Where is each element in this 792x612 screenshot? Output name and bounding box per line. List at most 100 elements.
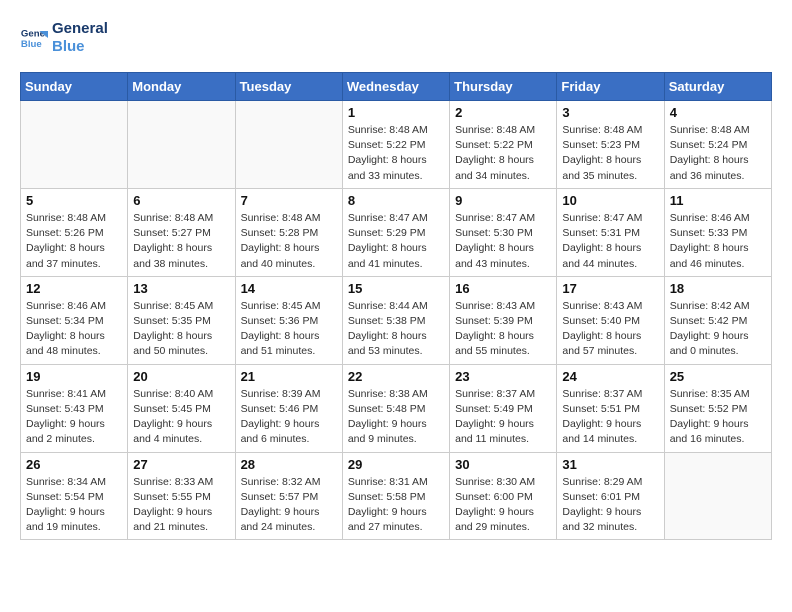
calendar-week-row: 19Sunrise: 8:41 AM Sunset: 5:43 PM Dayli… bbox=[21, 364, 772, 452]
calendar-cell: 2 Sunrise: 8:48 AM Sunset: 5:22 PM Daylig… bbox=[450, 101, 557, 189]
day-info: Sunrise: 8:38 AM Sunset: 5:48 PM Dayligh… bbox=[348, 387, 444, 448]
day-number: 13 bbox=[133, 281, 229, 296]
weekday-header: Monday bbox=[128, 73, 235, 101]
day-number: 2 bbox=[455, 105, 551, 120]
day-number: 26 bbox=[26, 457, 122, 472]
day-info: Sunrise: 8:31 AM Sunset: 5:58 PM Dayligh… bbox=[348, 475, 444, 536]
day-info: Sunrise: 8:46 AM Sunset: 5:34 PM Dayligh… bbox=[26, 299, 122, 360]
logo-icon: General Blue bbox=[20, 24, 48, 52]
day-number: 23 bbox=[455, 369, 551, 384]
calendar-cell: 21Sunrise: 8:39 AM Sunset: 5:46 PM Dayli… bbox=[235, 364, 342, 452]
calendar-header-row: SundayMondayTuesdayWednesdayThursdayFrid… bbox=[21, 73, 772, 101]
calendar-cell: 13 Sunrise: 8:45 AM Sunset: 5:35 PM Dayli… bbox=[128, 276, 235, 364]
logo-blue: Blue bbox=[52, 38, 108, 56]
day-info: Sunrise: 8:32 AM Sunset: 5:57 PM Dayligh… bbox=[241, 475, 337, 536]
weekday-header: Thursday bbox=[450, 73, 557, 101]
day-number: 12 bbox=[26, 281, 122, 296]
day-number: 1 bbox=[348, 105, 444, 120]
calendar-cell: 17 Sunrise: 8:43 AM Sunset: 5:40 PM Dayli… bbox=[557, 276, 664, 364]
day-info: Sunrise: 8:48 AM Sunset: 5:26 PM Dayligh… bbox=[26, 211, 122, 272]
day-info: Sunrise: 8:47 AM Sunset: 5:31 PM Dayligh… bbox=[562, 211, 658, 272]
calendar-cell: 4 Sunrise: 8:48 AM Sunset: 5:24 PM Daylig… bbox=[664, 101, 771, 189]
day-info: Sunrise: 8:37 AM Sunset: 5:51 PM Dayligh… bbox=[562, 387, 658, 448]
day-info: Sunrise: 8:37 AM Sunset: 5:49 PM Dayligh… bbox=[455, 387, 551, 448]
calendar-cell: 20 Sunrise: 8:40 AM Sunset: 5:45 PM Dayli… bbox=[128, 364, 235, 452]
day-number: 8 bbox=[348, 193, 444, 208]
calendar-cell: 16 Sunrise: 8:43 AM Sunset: 5:39 PM Dayli… bbox=[450, 276, 557, 364]
day-info: Sunrise: 8:29 AM Sunset: 6:01 PM Dayligh… bbox=[562, 475, 658, 536]
calendar-cell: 3 Sunrise: 8:48 AM Sunset: 5:23 PM Daylig… bbox=[557, 101, 664, 189]
day-number: 11 bbox=[670, 193, 766, 208]
calendar-cell bbox=[235, 101, 342, 189]
day-info: Sunrise: 8:48 AM Sunset: 5:28 PM Dayligh… bbox=[241, 211, 337, 272]
calendar-cell: 14 Sunrise: 8:45 AM Sunset: 5:36 PM Dayli… bbox=[235, 276, 342, 364]
weekday-header: Tuesday bbox=[235, 73, 342, 101]
day-info: Sunrise: 8:43 AM Sunset: 5:40 PM Dayligh… bbox=[562, 299, 658, 360]
day-info: Sunrise: 8:33 AM Sunset: 5:55 PM Dayligh… bbox=[133, 475, 229, 536]
day-number: 5 bbox=[26, 193, 122, 208]
day-info: Sunrise: 8:45 AM Sunset: 5:35 PM Dayligh… bbox=[133, 299, 229, 360]
weekday-header: Sunday bbox=[21, 73, 128, 101]
day-info: Sunrise: 8:48 AM Sunset: 5:23 PM Dayligh… bbox=[562, 123, 658, 184]
calendar-cell bbox=[664, 452, 771, 540]
weekday-header: Friday bbox=[557, 73, 664, 101]
weekday-header: Wednesday bbox=[342, 73, 449, 101]
day-info: Sunrise: 8:42 AM Sunset: 5:42 PM Dayligh… bbox=[670, 299, 766, 360]
day-info: Sunrise: 8:39 AM Sunset: 5:46 PM Dayligh… bbox=[241, 387, 337, 448]
calendar-cell: 31 Sunrise: 8:29 AM Sunset: 6:01 PM Dayli… bbox=[557, 452, 664, 540]
calendar-cell bbox=[128, 101, 235, 189]
day-number: 27 bbox=[133, 457, 229, 472]
svg-text:Blue: Blue bbox=[21, 39, 42, 50]
day-info: Sunrise: 8:48 AM Sunset: 5:22 PM Dayligh… bbox=[348, 123, 444, 184]
page-header: General Blue General Blue bbox=[20, 20, 772, 56]
calendar-cell: 12 Sunrise: 8:46 AM Sunset: 5:34 PM Dayli… bbox=[21, 276, 128, 364]
day-number: 9 bbox=[455, 193, 551, 208]
day-info: Sunrise: 8:48 AM Sunset: 5:24 PM Dayligh… bbox=[670, 123, 766, 184]
logo: General Blue General Blue bbox=[20, 20, 108, 56]
calendar-cell: 19Sunrise: 8:41 AM Sunset: 5:43 PM Dayli… bbox=[21, 364, 128, 452]
calendar-cell: 30Sunrise: 8:30 AM Sunset: 6:00 PM Dayli… bbox=[450, 452, 557, 540]
calendar-cell: 1 Sunrise: 8:48 AM Sunset: 5:22 PM Daylig… bbox=[342, 101, 449, 189]
calendar-week-row: 5 Sunrise: 8:48 AM Sunset: 5:26 PM Daylig… bbox=[21, 188, 772, 276]
calendar-cell: 6Sunrise: 8:48 AM Sunset: 5:27 PM Daylig… bbox=[128, 188, 235, 276]
calendar-cell: 29Sunrise: 8:31 AM Sunset: 5:58 PM Dayli… bbox=[342, 452, 449, 540]
day-number: 17 bbox=[562, 281, 658, 296]
day-number: 18 bbox=[670, 281, 766, 296]
day-number: 3 bbox=[562, 105, 658, 120]
day-number: 10 bbox=[562, 193, 658, 208]
day-info: Sunrise: 8:45 AM Sunset: 5:36 PM Dayligh… bbox=[241, 299, 337, 360]
calendar-cell: 26 Sunrise: 8:34 AM Sunset: 5:54 PM Dayli… bbox=[21, 452, 128, 540]
day-number: 20 bbox=[133, 369, 229, 384]
calendar-cell: 7 Sunrise: 8:48 AM Sunset: 5:28 PM Daylig… bbox=[235, 188, 342, 276]
calendar-cell: 9 Sunrise: 8:47 AM Sunset: 5:30 PM Daylig… bbox=[450, 188, 557, 276]
day-number: 7 bbox=[241, 193, 337, 208]
calendar-cell: 27 Sunrise: 8:33 AM Sunset: 5:55 PM Dayli… bbox=[128, 452, 235, 540]
calendar-cell: 28 Sunrise: 8:32 AM Sunset: 5:57 PM Dayli… bbox=[235, 452, 342, 540]
day-number: 16 bbox=[455, 281, 551, 296]
calendar-cell: 11 Sunrise: 8:46 AM Sunset: 5:33 PM Dayli… bbox=[664, 188, 771, 276]
calendar-cell: 10 Sunrise: 8:47 AM Sunset: 5:31 PM Dayli… bbox=[557, 188, 664, 276]
calendar-cell: 25Sunrise: 8:35 AM Sunset: 5:52 PM Dayli… bbox=[664, 364, 771, 452]
day-number: 31 bbox=[562, 457, 658, 472]
day-info: Sunrise: 8:44 AM Sunset: 5:38 PM Dayligh… bbox=[348, 299, 444, 360]
calendar-cell: 23 Sunrise: 8:37 AM Sunset: 5:49 PM Dayli… bbox=[450, 364, 557, 452]
calendar-cell: 5 Sunrise: 8:48 AM Sunset: 5:26 PM Daylig… bbox=[21, 188, 128, 276]
day-info: Sunrise: 8:48 AM Sunset: 5:22 PM Dayligh… bbox=[455, 123, 551, 184]
day-number: 28 bbox=[241, 457, 337, 472]
weekday-header: Saturday bbox=[664, 73, 771, 101]
day-info: Sunrise: 8:43 AM Sunset: 5:39 PM Dayligh… bbox=[455, 299, 551, 360]
logo-general: General bbox=[52, 20, 108, 38]
day-number: 4 bbox=[670, 105, 766, 120]
calendar-cell: 18 Sunrise: 8:42 AM Sunset: 5:42 PM Dayli… bbox=[664, 276, 771, 364]
day-info: Sunrise: 8:46 AM Sunset: 5:33 PM Dayligh… bbox=[670, 211, 766, 272]
day-info: Sunrise: 8:48 AM Sunset: 5:27 PM Dayligh… bbox=[133, 211, 229, 272]
calendar-week-row: 12 Sunrise: 8:46 AM Sunset: 5:34 PM Dayli… bbox=[21, 276, 772, 364]
day-number: 24 bbox=[562, 369, 658, 384]
day-number: 14 bbox=[241, 281, 337, 296]
calendar-cell: 24 Sunrise: 8:37 AM Sunset: 5:51 PM Dayli… bbox=[557, 364, 664, 452]
day-info: Sunrise: 8:34 AM Sunset: 5:54 PM Dayligh… bbox=[26, 475, 122, 536]
day-info: Sunrise: 8:47 AM Sunset: 5:30 PM Dayligh… bbox=[455, 211, 551, 272]
day-info: Sunrise: 8:40 AM Sunset: 5:45 PM Dayligh… bbox=[133, 387, 229, 448]
day-number: 22 bbox=[348, 369, 444, 384]
day-info: Sunrise: 8:30 AM Sunset: 6:00 PM Dayligh… bbox=[455, 475, 551, 536]
